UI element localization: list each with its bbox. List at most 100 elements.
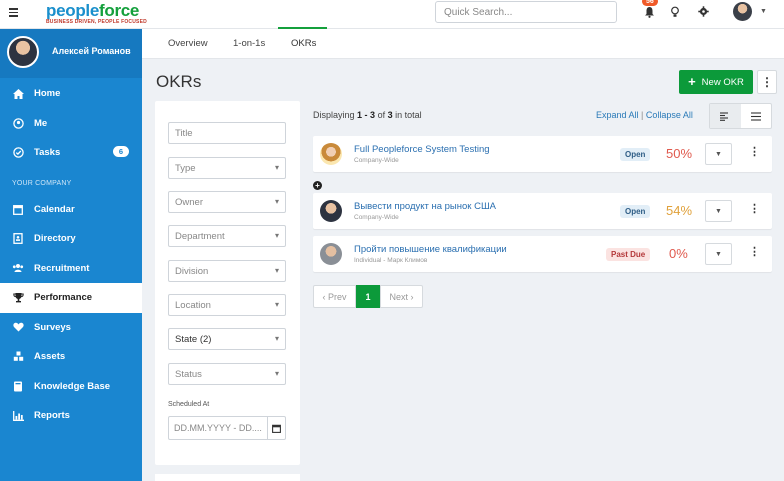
okr-card[interactable]: Full Peopleforce System Testing Company-… — [313, 136, 772, 172]
division-filter-select[interactable]: Division — [168, 260, 286, 282]
sidebar-item-reports[interactable]: Reports — [0, 401, 142, 431]
okr-title[interactable]: Full Peopleforce System Testing — [354, 144, 490, 155]
sidebar-item-calendar[interactable]: Calendar — [0, 195, 142, 225]
list-view-button[interactable] — [741, 104, 772, 128]
expand-all-link[interactable]: Expand All — [596, 110, 639, 120]
chevron-down-icon[interactable]: ▼ — [760, 8, 767, 15]
filter-panel: Title Type Owner Department Division Loc… — [155, 101, 300, 465]
list-icon — [750, 111, 761, 121]
bell-icon[interactable] — [643, 6, 655, 18]
new-okr-button[interactable]: + New OKR — [679, 70, 753, 94]
owner-avatar — [320, 200, 342, 222]
sidebar-item-label: Reports — [34, 410, 70, 422]
sidebar-item-knowledge-base[interactable]: Knowledge Base — [0, 372, 142, 402]
logo-text: people — [46, 1, 99, 20]
sidebar-item-label: Me — [34, 117, 48, 129]
okr-card[interactable]: Пройти повышение квалификации Individual… — [313, 236, 772, 272]
notification-count-badge: 56 — [642, 0, 658, 6]
profile-name: Алексей Романов — [52, 46, 131, 56]
sidebar-item-recruitment[interactable]: Recruitment — [0, 254, 142, 284]
sidebar-item-performance[interactable]: Performance — [0, 283, 142, 313]
okr-dropdown-button[interactable]: ▼ — [705, 143, 732, 165]
scheduled-at-date-input[interactable]: DD.MM.YYYY - DD.... — [168, 416, 286, 440]
sidebar-item-label: Surveys — [34, 321, 71, 333]
sidebar-item-label: Knowledge Base — [34, 380, 111, 392]
app-logo[interactable]: peopleforce BUSINESS DRIVEN, PEOPLE FOCU… — [46, 1, 147, 26]
sidebar-item-tasks[interactable]: Tasks 6 — [0, 138, 142, 168]
more-actions-button[interactable]: ⋮ — [757, 70, 777, 94]
align-left-icon — [720, 111, 729, 121]
sidebar-item-directory[interactable]: Directory — [0, 224, 142, 254]
next-page-button[interactable]: Next › — [380, 285, 423, 308]
displaying-of: of — [377, 110, 386, 120]
displaying-range: 1 - 3 — [357, 110, 376, 120]
owner-filter-select[interactable]: Owner — [168, 191, 286, 213]
gear-icon[interactable] — [697, 6, 709, 18]
sidebar-item-assets[interactable]: Assets — [0, 342, 142, 372]
okr-card[interactable]: Вывести продукт на рынок США Company-Wid… — [313, 193, 772, 229]
calendar-icon — [12, 203, 24, 215]
active-tab-indicator — [278, 27, 327, 29]
tab-okrs[interactable]: OKRs — [291, 38, 316, 49]
status-badge: Open — [620, 148, 651, 161]
collapse-all-link[interactable]: Collapse All — [646, 110, 693, 120]
lightbulb-icon[interactable] — [669, 6, 681, 18]
results-count: Displaying 1 - 3 of 3 in total — [313, 110, 422, 120]
state-filter-select[interactable]: State (2) — [168, 328, 286, 350]
profile-avatar — [7, 36, 39, 68]
cubes-icon — [12, 351, 24, 363]
location-filter-select[interactable]: Location — [168, 294, 286, 316]
sidebar-item-label: Assets — [34, 351, 66, 363]
okr-title[interactable]: Вывести продукт на рынок США — [354, 201, 496, 212]
tasks-count-badge: 6 — [112, 146, 129, 157]
date-placeholder: DD.MM.YYYY - DD.... — [174, 423, 262, 433]
sidebar: Алексей Романов Home Me Tasks 6 YOUR COM… — [0, 29, 142, 481]
okr-more-actions-icon[interactable]: ⋮ — [749, 202, 760, 215]
bar-chart-icon — [12, 410, 24, 422]
user-avatar[interactable] — [733, 2, 752, 21]
displaying-suffix: in total — [395, 110, 422, 120]
type-filter-select[interactable]: Type — [168, 157, 286, 179]
sidebar-item-home[interactable]: Home — [0, 79, 142, 109]
department-filter-select[interactable]: Department — [168, 225, 286, 247]
add-key-result-icon[interactable]: + — [313, 181, 322, 190]
status-badge: Past Due — [606, 248, 651, 261]
check-circle-icon — [12, 147, 24, 159]
sidebar-item-surveys[interactable]: Surveys — [0, 313, 142, 343]
tab-bar: Overview 1-on-1s OKRs — [142, 29, 784, 59]
book-icon — [12, 380, 24, 392]
okr-subtitle: Company-Wide — [354, 157, 399, 164]
link-separator: | — [641, 110, 644, 120]
tree-view-button[interactable] — [710, 104, 741, 128]
okr-title[interactable]: Пройти повышение квалификации — [354, 244, 507, 255]
calendar-icon[interactable] — [267, 417, 285, 439]
prev-page-button[interactable]: ‹ Prev — [313, 285, 356, 308]
sidebar-item-me[interactable]: Me — [0, 109, 142, 139]
okr-subtitle: Company-Wide — [354, 214, 399, 221]
okr-dropdown-button[interactable]: ▼ — [705, 200, 732, 222]
view-toggle — [709, 103, 772, 129]
sidebar-profile[interactable]: Алексей Романов — [0, 29, 142, 78]
tab-1-on-1s[interactable]: 1-on-1s — [233, 38, 265, 49]
okr-progress: 0% — [669, 246, 688, 261]
expand-collapse-links: Expand All | Collapse All — [596, 110, 693, 120]
tab-overview[interactable]: Overview — [168, 38, 208, 49]
okr-more-actions-icon[interactable]: ⋮ — [749, 245, 760, 258]
displaying-total: 3 — [387, 110, 393, 120]
hamburger-menu-icon[interactable] — [9, 8, 18, 17]
address-book-icon — [12, 233, 24, 245]
sidebar-item-label: Directory — [34, 233, 76, 245]
pagination: ‹ Prev 1 Next › — [313, 285, 423, 308]
okr-more-actions-icon[interactable]: ⋮ — [749, 145, 760, 158]
okr-dropdown-button[interactable]: ▼ — [705, 243, 732, 265]
quick-search-input[interactable]: Quick Search... — [435, 1, 617, 23]
trophy-icon — [12, 292, 24, 304]
owner-avatar — [320, 143, 342, 165]
title-filter-input[interactable]: Title — [168, 122, 286, 144]
status-filter-select[interactable]: Status — [168, 363, 286, 385]
filter-panel-footer — [155, 474, 300, 481]
sidebar-item-label: Tasks — [34, 147, 61, 159]
page-1-button[interactable]: 1 — [356, 285, 380, 308]
sidebar-item-label: Performance — [34, 292, 93, 304]
okr-subtitle: Individual - Марк Климов — [354, 257, 428, 264]
